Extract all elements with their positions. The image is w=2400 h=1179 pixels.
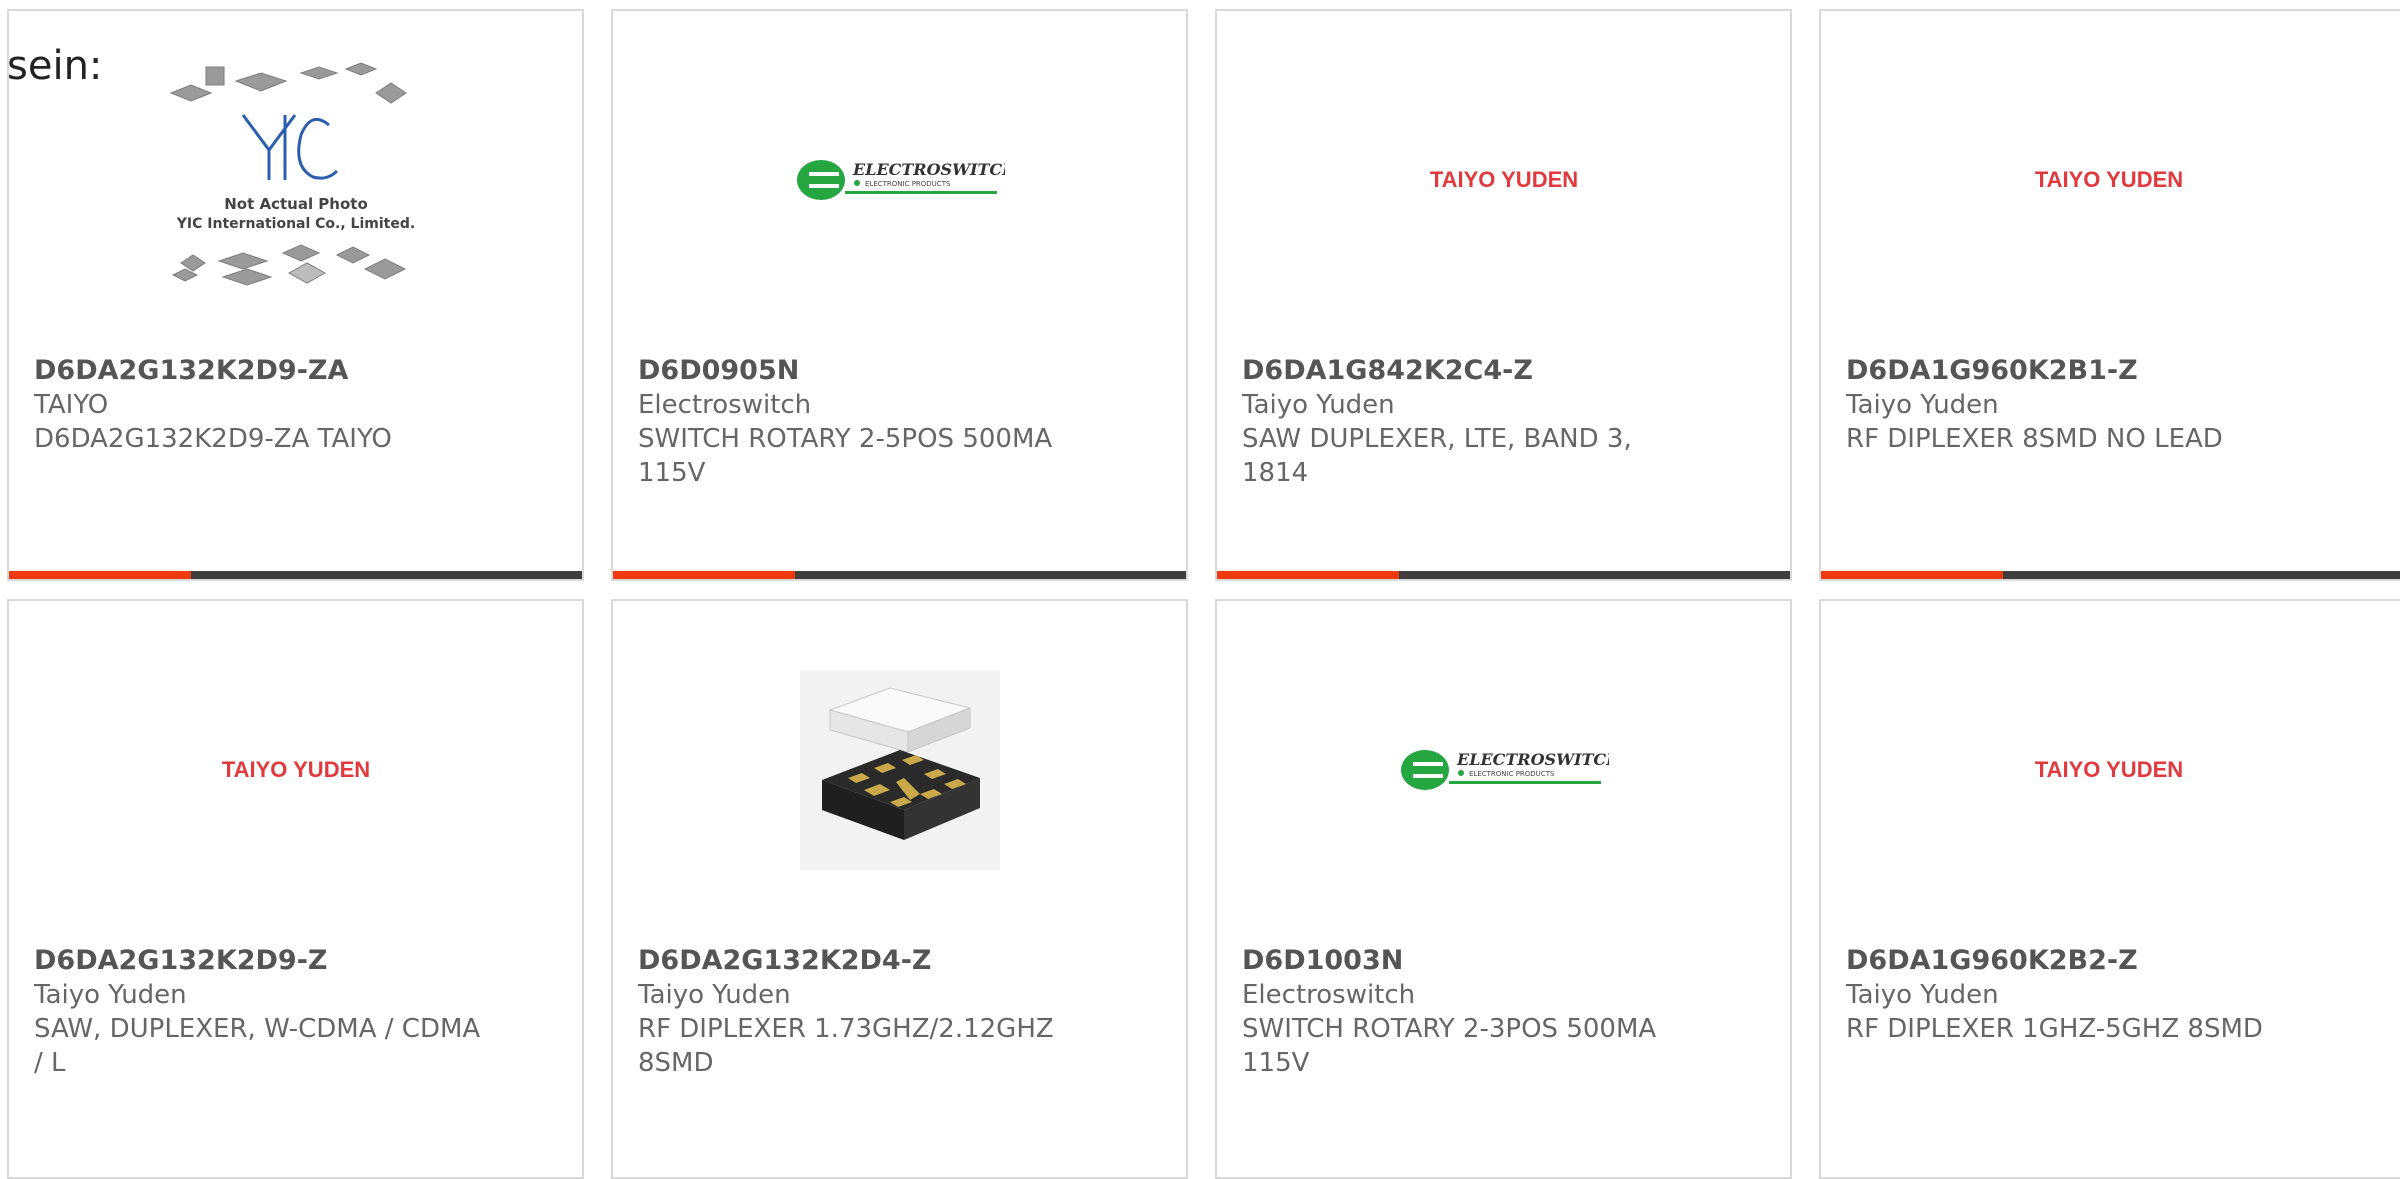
product-card[interactable]: TAIYO YUDEN D6DA1G960K2B1-Z Taiyo Yuden … [1819, 9, 2400, 581]
smd-package-photo-icon [799, 670, 1000, 870]
part-number-link[interactable]: D6DA2G132K2D9-ZA [34, 354, 494, 388]
card-footer-bar [9, 571, 582, 579]
product-info: D6DA1G960K2B1-Z Taiyo Yuden RF DIPLEXER … [1846, 354, 2306, 456]
manufacturer: Taiyo Yuden [638, 980, 791, 1010]
card-footer-bar [1821, 571, 2400, 579]
card-footer-bar [613, 571, 1186, 579]
taiyo-yuden-logo-icon: TAIYO YUDEN [221, 757, 369, 782]
logo-wordmark: ELECTROSWITCH [1456, 750, 1609, 769]
description: SAW DUPLEXER, LTE, BAND 3, 1814 [1242, 424, 1632, 488]
product-card[interactable]: ELECTROSWITCH ELECTRONIC PRODUCTS D6D100… [1215, 599, 1792, 1179]
manufacturer: TAIYO [34, 390, 109, 420]
manufacturer: Taiyo Yuden [1846, 980, 1999, 1010]
manufacturer: Taiyo Yuden [1242, 390, 1395, 420]
manufacturer: Taiyo Yuden [34, 980, 187, 1010]
product-image[interactable]: ELECTROSWITCH ELECTRONIC PRODUCTS [613, 11, 1186, 349]
product-info: D6DA2G132K2D4-Z Taiyo Yuden RF DIPLEXER … [638, 944, 1098, 1080]
logo-wordmark: TAIYO YUDEN [221, 757, 369, 782]
placeholder-line-2: YIC International Co., Limited. [175, 216, 414, 232]
card-accent-bar [1217, 571, 1399, 579]
card-accent-bar [1821, 571, 2003, 579]
product-image[interactable]: ELECTROSWITCH ELECTRONIC PRODUCTS [1217, 601, 1790, 939]
part-number-link[interactable]: D6DA2G132K2D4-Z [638, 944, 1098, 978]
part-number-link[interactable]: D6D1003N [1242, 944, 1702, 978]
logo-tagline: ELECTRONIC PRODUCTS [1469, 770, 1555, 778]
product-info: D6D1003N Electroswitch SWITCH ROTARY 2-3… [1242, 944, 1702, 1080]
taiyo-yuden-logo-icon: TAIYO YUDEN [1429, 167, 1577, 192]
card-footer-bar [1217, 571, 1790, 579]
logo-wordmark: ELECTROSWITCH [852, 160, 1005, 179]
electroswitch-logo-icon: ELECTROSWITCH ELECTRONIC PRODUCTS [1400, 750, 1609, 790]
product-image[interactable]: TAIYO YUDEN [9, 601, 582, 939]
product-card[interactable]: TAIYO YUDEN D6DA2G132K2D9-Z Taiyo Yuden … [7, 599, 584, 1179]
product-card[interactable]: ELECTROSWITCH ELECTRONIC PRODUCTS D6D090… [611, 9, 1188, 581]
part-number-link[interactable]: D6DA1G960K2B1-Z [1846, 354, 2306, 388]
manufacturer: Electroswitch [638, 390, 812, 420]
product-image[interactable]: TAIYO YUDEN [1821, 601, 2396, 939]
taiyo-yuden-logo-icon: TAIYO YUDEN [2034, 757, 2182, 782]
logo-wordmark: TAIYO YUDEN [1429, 167, 1577, 192]
part-number-link[interactable]: D6DA1G960K2B2-Z [1846, 944, 2306, 978]
electroswitch-logo-icon: ELECTROSWITCH ELECTRONIC PRODUCTS [796, 160, 1005, 200]
taiyo-yuden-logo-icon: TAIYO YUDEN [2034, 167, 2182, 192]
description: RF DIPLEXER 8SMD NO LEAD [1846, 424, 2223, 454]
product-info: D6DA1G960K2B2-Z Taiyo Yuden RF DIPLEXER … [1846, 944, 2306, 1046]
part-number-link[interactable]: D6D0905N [638, 354, 1098, 388]
placeholder-line-1: Not Actual Photo [224, 195, 368, 213]
product-info: D6DA2G132K2D9-Z Taiyo Yuden SAW, DUPLEXE… [34, 944, 494, 1080]
description: RF DIPLEXER 1GHZ-5GHZ 8SMD [1846, 1014, 2263, 1044]
description: SWITCH ROTARY 2-5POS 500MA 115V [638, 424, 1053, 488]
product-card[interactable]: TAIYO YUDEN D6DA1G842K2C4-Z Taiyo Yuden … [1215, 9, 1792, 581]
card-accent-bar [9, 571, 191, 579]
product-info: D6D0905N Electroswitch SWITCH ROTARY 2-5… [638, 354, 1098, 490]
section-heading: sein: [7, 43, 103, 89]
description: D6DA2G132K2D9-ZA TAIYO [34, 424, 392, 454]
card-accent-bar [613, 571, 795, 579]
part-number-link[interactable]: D6DA2G132K2D9-Z [34, 944, 494, 978]
product-card[interactable]: TAIYO YUDEN D6DA1G960K2B2-Z Taiyo Yuden … [1819, 599, 2400, 1179]
description: RF DIPLEXER 1.73GHZ/2.12GHZ 8SMD [638, 1014, 1054, 1078]
product-image[interactable]: TAIYO YUDEN [1217, 11, 1790, 349]
product-card[interactable]: Not Actual Photo YIC International Co., … [7, 9, 584, 581]
description: SAW, DUPLEXER, W-CDMA / CDMA / L [34, 1014, 481, 1078]
yic-not-actual-photo-icon: Not Actual Photo YIC International Co., … [169, 62, 415, 286]
logo-tagline: ELECTRONIC PRODUCTS [865, 180, 951, 188]
logo-wordmark: TAIYO YUDEN [2034, 167, 2182, 192]
product-image[interactable]: TAIYO YUDEN [1821, 11, 2396, 349]
product-info: D6DA1G842K2C4-Z Taiyo Yuden SAW DUPLEXER… [1242, 354, 1702, 490]
product-info: D6DA2G132K2D9-ZA TAIYO D6DA2G132K2D9-ZA … [34, 354, 494, 456]
part-number-link[interactable]: D6DA1G842K2C4-Z [1242, 354, 1702, 388]
product-card[interactable]: D6DA2G132K2D4-Z Taiyo Yuden RF DIPLEXER … [611, 599, 1188, 1179]
manufacturer: Electroswitch [1242, 980, 1416, 1010]
description: SWITCH ROTARY 2-3POS 500MA 115V [1242, 1014, 1657, 1078]
product-image[interactable] [613, 601, 1186, 939]
manufacturer: Taiyo Yuden [1846, 390, 1999, 420]
logo-wordmark: TAIYO YUDEN [2034, 757, 2182, 782]
